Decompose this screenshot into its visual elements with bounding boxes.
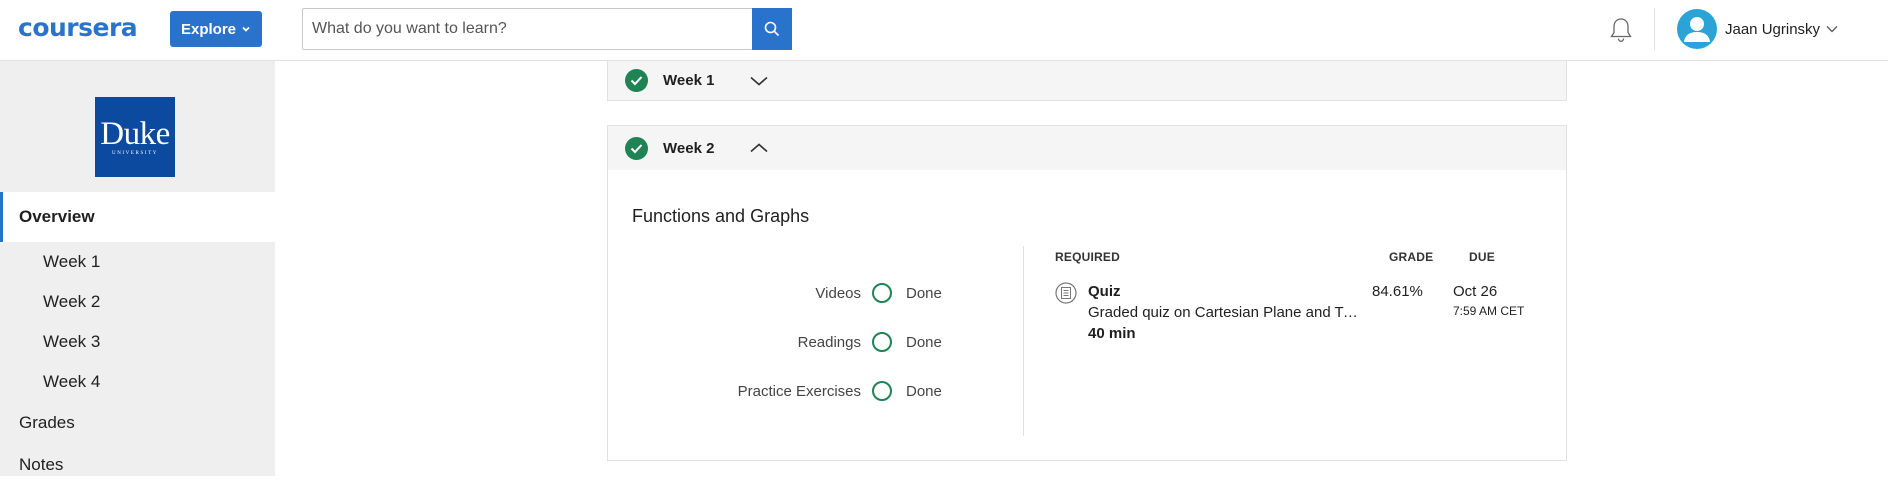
header-divider — [1654, 8, 1655, 50]
logo-main-text: Duke — [100, 115, 170, 152]
notification-bell-icon[interactable] — [1608, 16, 1634, 44]
item-grade: 84.61% — [1372, 283, 1423, 300]
due-time: 7:59 AM CET — [1453, 304, 1525, 318]
search-input[interactable] — [303, 9, 753, 49]
due-header: DUE — [1469, 250, 1495, 264]
quiz-title-link[interactable]: Graded quiz on Cartesian Plane and Ty... — [1088, 304, 1360, 321]
column-divider — [1023, 246, 1024, 436]
sidebar-item-overview[interactable]: Overview — [0, 192, 275, 242]
week-1-panel: Week 1 — [607, 61, 1567, 101]
summary-status: Done — [906, 382, 942, 400]
sidebar-item-grades[interactable]: Grades — [0, 402, 275, 444]
chevron-down-icon — [750, 76, 768, 86]
completed-check-icon — [625, 69, 648, 92]
user-name: Jaan Ugrinsky — [1725, 20, 1821, 38]
coursera-logo[interactable]: coursera — [18, 12, 138, 42]
user-icon — [1684, 17, 1710, 42]
user-menu[interactable]: Jaan Ugrinsky — [1677, 9, 1838, 49]
sidebar-item-label: Week 3 — [43, 332, 101, 351]
logo-sub-text: UNIVERSITY — [112, 150, 158, 156]
summary-label: Videos — [815, 284, 861, 302]
sidebar-item-label: Notes — [19, 455, 64, 474]
sidebar-item-label: Week 4 — [43, 372, 101, 391]
status-ring-icon — [872, 332, 892, 352]
sidebar-item-week-4[interactable]: Week 4 — [0, 362, 275, 402]
sidebar-item-week-3[interactable]: Week 3 — [0, 322, 275, 362]
chevron-down-icon — [1826, 26, 1838, 33]
week-2-header[interactable]: Week 2 — [608, 126, 1566, 170]
item-type: Quiz — [1088, 283, 1121, 300]
avatar — [1677, 9, 1717, 49]
week-1-header[interactable]: Week 1 — [608, 61, 1566, 100]
week-2-header-wrap: Week 2 — [608, 126, 1566, 170]
top-header: coursera Explore Jaan Ugrinsky — [0, 0, 1888, 61]
summary-practice-exercises: Practice Exercises Done — [608, 379, 948, 403]
completed-check-icon — [625, 136, 648, 160]
summary-readings: Readings Done — [608, 330, 948, 354]
sidebar-item-label: Week 1 — [43, 252, 101, 271]
sidebar-item-label: Grades — [19, 413, 75, 432]
summary-status: Done — [906, 284, 942, 302]
summary-videos: Videos Done — [608, 281, 948, 305]
sidebar-item-week-1[interactable]: Week 1 — [0, 242, 275, 282]
duke-university-logo[interactable]: Duke UNIVERSITY — [95, 97, 175, 177]
grade-header: GRADE — [1389, 250, 1434, 264]
week-title: Week 2 — [663, 139, 715, 157]
explore-label: Explore — [180, 20, 237, 38]
summary-label: Readings — [797, 333, 861, 351]
search-icon — [764, 21, 780, 37]
due-date: Oct 26 — [1453, 283, 1498, 300]
status-ring-icon — [872, 283, 892, 303]
sidebar-item-label: Week 2 — [43, 292, 101, 311]
chevron-down-icon — [242, 26, 250, 32]
chevron-up-icon — [750, 143, 768, 153]
status-ring-icon — [872, 381, 892, 401]
sidebar-item-notes[interactable]: Notes — [0, 444, 275, 486]
summary-label: Practice Exercises — [737, 382, 861, 400]
item-duration: 40 min — [1088, 325, 1136, 342]
explore-button[interactable]: Explore — [170, 11, 262, 47]
sidebar-item-label: Overview — [19, 207, 95, 226]
required-header: REQUIRED — [1055, 250, 1120, 264]
module-title: Functions and Graphs — [632, 206, 810, 226]
week-2-panel: Week 2 Functions and Graphs Videos Done … — [607, 125, 1567, 461]
summary-status: Done — [906, 333, 942, 351]
quiz-icon — [1055, 282, 1077, 304]
search-button[interactable] — [752, 8, 792, 50]
course-sidebar: Duke UNIVERSITY Overview Week 1 Week 2 W… — [0, 61, 275, 476]
search-bar — [302, 8, 792, 50]
week-title: Week 1 — [663, 72, 715, 89]
logo-text: coursera — [18, 12, 138, 42]
sidebar-item-week-2[interactable]: Week 2 — [0, 282, 275, 322]
